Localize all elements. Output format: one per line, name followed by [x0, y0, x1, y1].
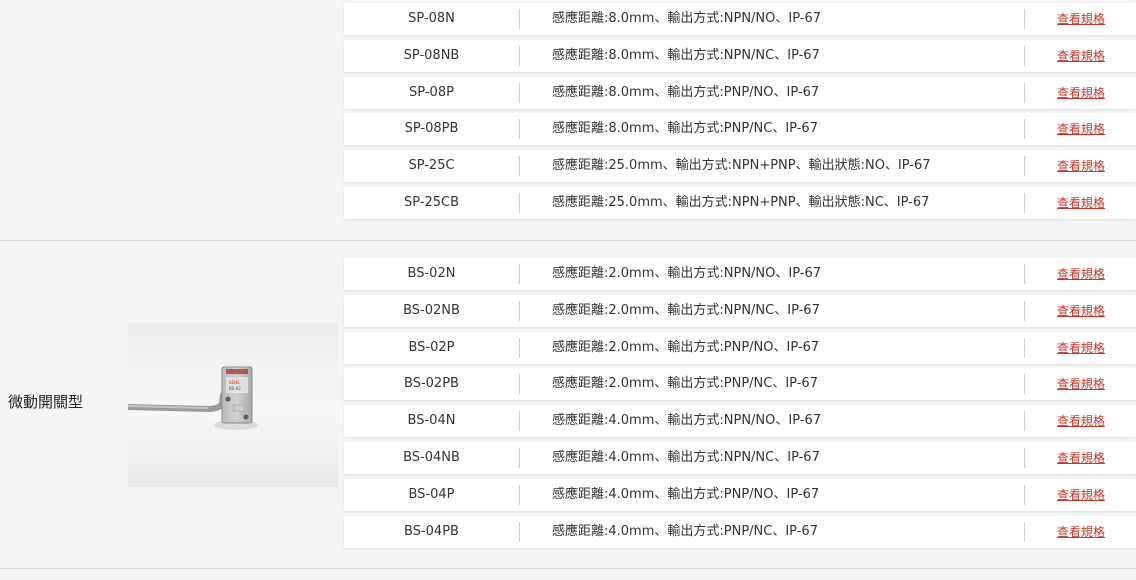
- table-row: BS-04N 感應距離:4.0mm、輸出方式:NPN/NO、IP-67 查看規格: [344, 405, 1136, 438]
- column-divider: [519, 9, 520, 29]
- product-group-bs: 微動開關型 SENS BS-02 BS-02N 感應距離:2.0mm、輸出方式:…: [0, 240, 1136, 569]
- view-spec-link[interactable]: 查看規格: [1057, 150, 1105, 182]
- column-divider: [1024, 337, 1025, 358]
- model-description: 感應距離:8.0mm、輸出方式:PNP/NC、IP-67: [552, 121, 818, 137]
- model-number: SP-08P: [409, 84, 454, 100]
- micro-switch-sensor-illustration: SENS BS-02: [128, 366, 258, 430]
- model-number: BS-02PB: [404, 376, 459, 392]
- model-number: BS-04NB: [403, 449, 460, 465]
- model-description: 感應距離:2.0mm、輸出方式:PNP/NO、IP-67: [552, 339, 820, 355]
- view-spec-link[interactable]: 查看規格: [1057, 258, 1105, 290]
- column-divider: [519, 411, 520, 432]
- column-divider: [519, 264, 520, 284]
- view-spec-link[interactable]: 查看規格: [1057, 516, 1105, 548]
- model-number: BS-02N: [407, 266, 456, 281]
- model-description: 感應距離:4.0mm、輸出方式:NPN/NC、IP-67: [552, 449, 820, 465]
- model-description: 感應距離:8.0mm、輸出方式:PNP/NO、IP-67: [552, 84, 820, 100]
- column-divider: [519, 45, 520, 66]
- table-row: SP-08P 感應距離:8.0mm、輸出方式:PNP/NO、IP-67 查看規格: [344, 76, 1136, 109]
- section-divider: [0, 568, 1136, 569]
- view-spec-link[interactable]: 查看規格: [1057, 368, 1105, 400]
- table-row: BS-02N 感應距離:2.0mm、輸出方式:NPN/NO、IP-67 查看規格: [344, 258, 1136, 290]
- model-number: SP-08N: [408, 11, 455, 26]
- column-divider: [519, 337, 520, 358]
- model-number: BS-02P: [408, 339, 455, 355]
- column-divider: [1024, 156, 1025, 177]
- table-row: BS-02NB 感應距離:2.0mm、輸出方式:NPN/NC、IP-67 查看規…: [344, 294, 1136, 327]
- model-description: 感應距離:4.0mm、輸出方式:PNP/NO、IP-67: [552, 486, 820, 502]
- column-divider: [1024, 521, 1025, 542]
- view-spec-link[interactable]: 查看規格: [1057, 479, 1105, 511]
- table-row: BS-04PB 感應距離:4.0mm、輸出方式:PNP/NC、IP-67 查看規…: [344, 515, 1136, 548]
- model-description: 感應距離:4.0mm、輸出方式:NPN/NO、IP-67: [552, 413, 822, 429]
- view-spec-link[interactable]: 查看規格: [1057, 332, 1105, 364]
- table-row: SP-25C 感應距離:25.0mm、輸出方式:NPN+PNP、輸出狀態:NO、…: [344, 150, 1136, 183]
- model-number: SP-25CB: [403, 194, 460, 210]
- svg-text:BS-02: BS-02: [229, 386, 241, 391]
- column-divider: [519, 156, 520, 177]
- view-spec-link[interactable]: 查看規格: [1057, 77, 1105, 109]
- product-group-sp: SP-08N 感應距離:8.0mm、輸出方式:NPN/NO、IP-67 查看規格…: [0, 0, 1136, 240]
- view-spec-link[interactable]: 查看規格: [1057, 442, 1105, 474]
- svg-text:SENS: SENS: [229, 380, 240, 385]
- column-divider: [1024, 264, 1025, 284]
- category-label: 微動開關型: [8, 393, 84, 411]
- column-divider: [519, 521, 520, 542]
- model-number: BS-04PB: [404, 523, 459, 539]
- view-spec-link[interactable]: 查看規格: [1057, 187, 1105, 219]
- model-description: 感應距離:2.0mm、輸出方式:NPN/NC、IP-67: [552, 302, 820, 318]
- column-divider: [1024, 9, 1025, 29]
- column-divider: [519, 374, 520, 395]
- column-divider: [519, 192, 520, 213]
- table-row: SP-25CB 感應距離:25.0mm、輸出方式:NPN+PNP、輸出狀態:NC…: [344, 186, 1136, 219]
- model-number: BS-02NB: [403, 302, 460, 318]
- column-divider: [1024, 300, 1025, 321]
- model-list: SP-08N 感應距離:8.0mm、輸出方式:NPN/NO、IP-67 查看規格…: [344, 3, 1136, 224]
- model-number: SP-25C: [408, 158, 455, 174]
- model-number: SP-08NB: [403, 47, 460, 63]
- model-description: 感應距離:25.0mm、輸出方式:NPN+PNP、輸出狀態:NC、IP-67: [552, 194, 930, 210]
- model-description: 感應距離:8.0mm、輸出方式:NPN/NO、IP-67: [552, 11, 822, 26]
- column-divider: [1024, 119, 1025, 140]
- table-row: BS-02P 感應距離:2.0mm、輸出方式:PNP/NO、IP-67 查看規格: [344, 331, 1136, 364]
- table-row: BS-04NB 感應距離:4.0mm、輸出方式:NPN/NC、IP-67 查看規…: [344, 441, 1136, 474]
- model-description: 感應距離:2.0mm、輸出方式:PNP/NC、IP-67: [552, 376, 818, 392]
- column-divider: [1024, 411, 1025, 432]
- product-image: SENS BS-02: [128, 323, 338, 487]
- column-divider: [519, 447, 520, 468]
- column-divider: [1024, 82, 1025, 103]
- table-row: BS-02PB 感應距離:2.0mm、輸出方式:PNP/NC、IP-67 查看規…: [344, 368, 1136, 401]
- model-number: BS-04N: [407, 413, 456, 429]
- view-spec-link[interactable]: 查看規格: [1057, 113, 1105, 145]
- table-row: BS-04P 感應距離:4.0mm、輸出方式:PNP/NO、IP-67 查看規格: [344, 478, 1136, 511]
- view-spec-link[interactable]: 查看規格: [1057, 3, 1105, 35]
- column-divider: [519, 484, 520, 505]
- model-description: 感應距離:2.0mm、輸出方式:NPN/NO、IP-67: [552, 266, 822, 281]
- model-description: 感應距離:25.0mm、輸出方式:NPN+PNP、輸出狀態:NO、IP-67: [552, 158, 931, 174]
- model-description: 感應距離:4.0mm、輸出方式:PNP/NC、IP-67: [552, 523, 818, 539]
- model-description: 感應距離:8.0mm、輸出方式:NPN/NC、IP-67: [552, 47, 820, 63]
- column-divider: [519, 300, 520, 321]
- view-spec-link[interactable]: 查看規格: [1057, 405, 1105, 437]
- view-spec-link[interactable]: 查看規格: [1057, 40, 1105, 72]
- table-row: SP-08N 感應距離:8.0mm、輸出方式:NPN/NO、IP-67 查看規格: [344, 3, 1136, 35]
- column-divider: [1024, 484, 1025, 505]
- table-row: SP-08NB 感應距離:8.0mm、輸出方式:NPN/NC、IP-67 查看規…: [344, 39, 1136, 72]
- model-number: BS-04P: [408, 486, 455, 502]
- column-divider: [1024, 374, 1025, 395]
- model-list: BS-02N 感應距離:2.0mm、輸出方式:NPN/NO、IP-67 查看規格…: [344, 258, 1136, 552]
- column-divider: [519, 82, 520, 103]
- column-divider: [1024, 192, 1025, 213]
- model-number: SP-08PB: [404, 121, 459, 137]
- column-divider: [1024, 447, 1025, 468]
- view-spec-link[interactable]: 查看規格: [1057, 295, 1105, 327]
- table-row: SP-08PB 感應距離:8.0mm、輸出方式:PNP/NC、IP-67 查看規…: [344, 113, 1136, 146]
- column-divider: [1024, 45, 1025, 66]
- column-divider: [519, 119, 520, 140]
